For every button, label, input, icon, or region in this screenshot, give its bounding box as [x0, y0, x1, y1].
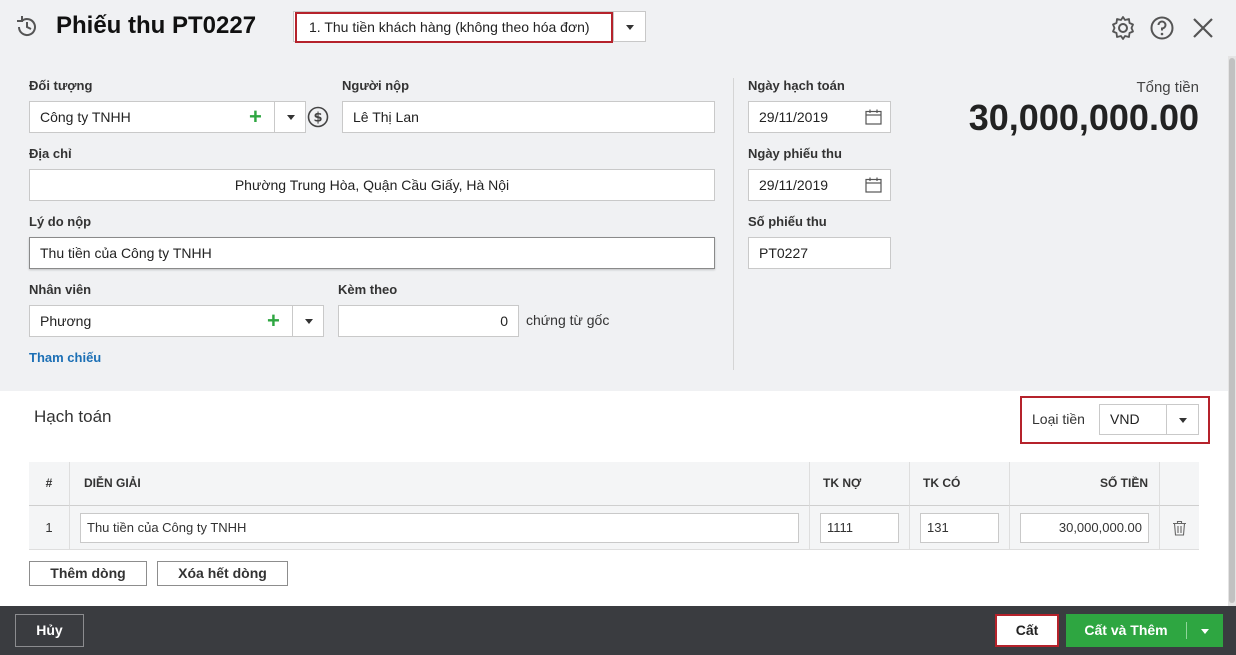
posting-date-label: Ngày hạch toán — [748, 78, 845, 93]
employee-label: Nhân viên — [29, 282, 92, 297]
reason-input[interactable]: Thu tiền của Công ty TNHH — [29, 237, 715, 269]
add-row-button[interactable]: Thêm dòng — [29, 561, 147, 586]
calendar-icon[interactable] — [865, 177, 882, 193]
dollar-icon[interactable]: $ — [307, 106, 329, 128]
svg-text:$: $ — [313, 111, 322, 126]
receipt-date-input[interactable]: 29/11/2019 — [748, 169, 891, 201]
actions-cell — [1160, 506, 1199, 550]
object-combobox[interactable]: Công ty TNHH + — [29, 101, 306, 133]
posting-date-input[interactable]: 29/11/2019 — [748, 101, 891, 133]
history-icon[interactable] — [14, 14, 40, 40]
clear-rows-button[interactable]: Xóa hết dòng — [157, 561, 288, 586]
receipt-no-input[interactable]: PT0227 — [748, 237, 891, 269]
debit-cell: 1111 — [810, 506, 910, 550]
page-title: Phiếu thu PT0227 — [56, 12, 257, 39]
col-header-debit: TK NỢ — [810, 462, 910, 506]
voucher-type-value: 1. Thu tiền khách hàng (không theo hóa đ… — [295, 12, 613, 43]
col-header-credit: TK CÓ — [910, 462, 1010, 506]
save-add-split-button: Cất và Thêm — [1066, 614, 1223, 647]
chevron-down-icon[interactable] — [1187, 614, 1223, 647]
posting-date-value: 29/11/2019 — [759, 109, 829, 125]
address-label: Địa chỉ — [29, 146, 72, 161]
table-row: Thu tiền của Công ty TNHH — [70, 506, 810, 550]
trash-icon[interactable] — [1172, 520, 1187, 536]
close-icon[interactable] — [1190, 15, 1216, 41]
payer-label: Người nộp — [342, 78, 410, 93]
help-icon[interactable] — [1149, 15, 1175, 41]
row-debit-input[interactable]: 1111 — [820, 513, 899, 543]
dialog-footer: Hủy Cất Cất và Thêm — [0, 606, 1236, 655]
col-header-no: # — [29, 462, 70, 506]
save-button[interactable]: Cất — [995, 614, 1059, 647]
settings-icon[interactable] — [1110, 15, 1136, 41]
reason-label: Lý do nộp — [29, 214, 92, 229]
chevron-down-icon[interactable] — [1166, 405, 1198, 434]
object-label: Đối tượng — [29, 78, 93, 93]
currency-select[interactable]: VND — [1099, 404, 1199, 435]
total-amount: 30,000,000.00 — [968, 97, 1199, 138]
object-value: Công ty TNHH — [40, 109, 131, 125]
col-header-amount: SỐ TIỀN — [1010, 462, 1160, 506]
amount-cell: 30,000,000.00 — [1010, 506, 1160, 550]
attach-label: Kèm theo — [338, 282, 398, 297]
voucher-type-select[interactable]: 1. Thu tiền khách hàng (không theo hóa đ… — [293, 11, 646, 43]
chevron-down-icon[interactable] — [613, 12, 645, 41]
row-amount-input[interactable]: 30,000,000.00 — [1020, 513, 1149, 543]
divider — [733, 78, 734, 370]
row-description-input[interactable]: Thu tiền của Công ty TNHH — [80, 513, 799, 543]
plus-icon[interactable]: + — [267, 306, 280, 336]
dialog-header: Phiếu thu PT0227 1. Thu tiền khách hàng … — [0, 0, 1236, 56]
receipt-date-label: Ngày phiếu thu — [748, 146, 842, 161]
chevron-down-icon[interactable] — [292, 306, 323, 336]
employee-combobox[interactable]: Phương + — [29, 305, 324, 337]
save-and-add-button[interactable]: Cất và Thêm — [1066, 614, 1186, 647]
employee-value: Phương — [40, 313, 92, 329]
cancel-button[interactable]: Hủy — [15, 614, 84, 647]
row-credit-input[interactable]: 131 — [920, 513, 999, 543]
receipt-date-value: 29/11/2019 — [759, 177, 829, 193]
address-input[interactable]: Phường Trung Hòa, Quận Cầu Giấy, Hà Nội — [29, 169, 715, 201]
row-number: 1 — [29, 506, 70, 550]
reference-link[interactable]: Tham chiếu — [29, 350, 101, 365]
plus-icon[interactable]: + — [249, 102, 262, 132]
col-header-actions — [1160, 462, 1199, 506]
chevron-down-icon[interactable] — [274, 102, 305, 132]
attach-count-input[interactable]: 0 — [338, 305, 519, 337]
currency-label: Loại tiền — [1032, 411, 1085, 427]
calendar-icon[interactable] — [865, 109, 882, 125]
currency-value: VND — [1110, 411, 1140, 427]
receipt-no-label: Số phiếu thu — [748, 214, 827, 229]
payer-input[interactable]: Lê Thị Lan — [342, 101, 715, 133]
credit-cell: 131 — [910, 506, 1010, 550]
attach-suffix: chứng từ gốc — [526, 312, 610, 328]
total-label: Tổng tiền — [1136, 79, 1199, 96]
col-header-description: DIỄN GIẢI — [70, 462, 810, 506]
accounting-title: Hạch toán — [34, 407, 112, 426]
scrollbar-thumb[interactable] — [1229, 58, 1235, 603]
